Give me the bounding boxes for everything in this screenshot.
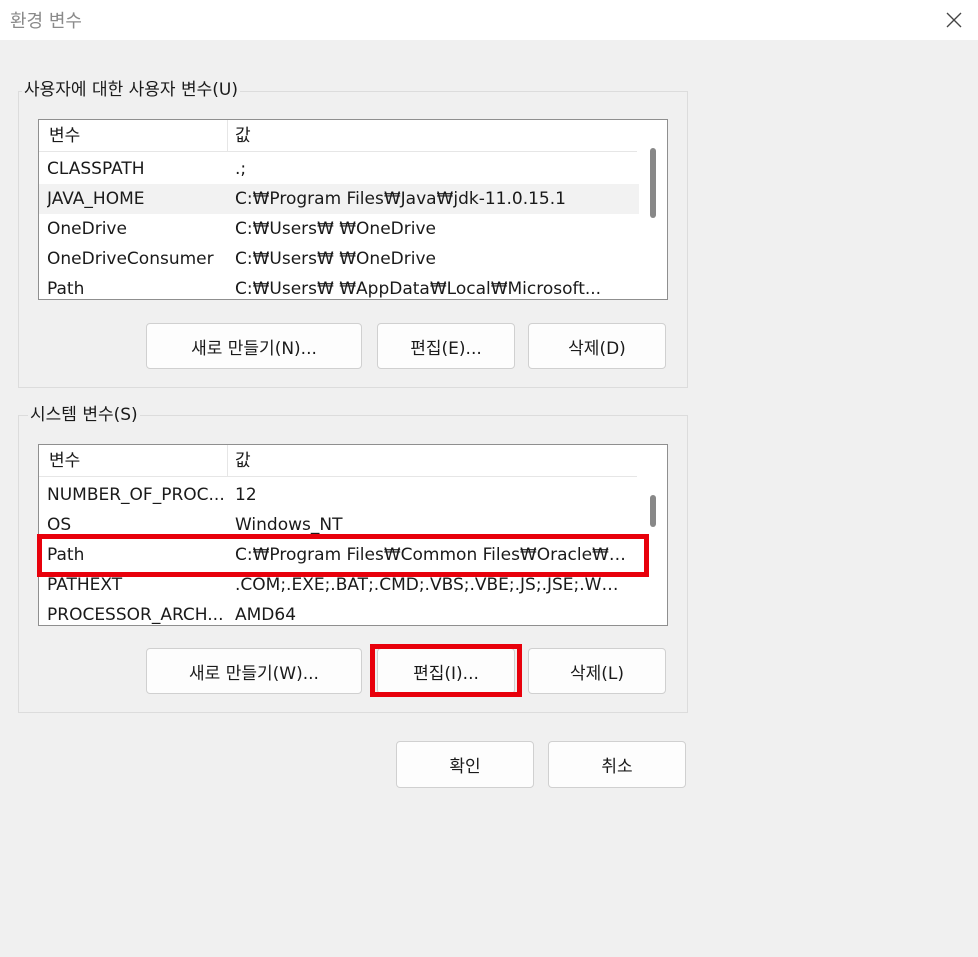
- cancel-button[interactable]: 취소: [548, 741, 686, 788]
- variable-name: NUMBER_OF_PROC...: [47, 485, 225, 505]
- user-variables-header: 변수 값: [39, 120, 637, 152]
- variable-value: C:₩Program Files₩Common Files₩Oracle₩Ja.…: [235, 545, 629, 565]
- scroll-thumb[interactable]: [650, 495, 656, 527]
- variable-name: Path: [47, 545, 85, 565]
- variable-name: PROCESSOR_ARCH...: [47, 605, 224, 625]
- column-header-name[interactable]: 변수: [49, 120, 80, 152]
- variable-value: .;: [235, 159, 247, 179]
- variable-name: OneDrive: [47, 219, 127, 239]
- system-row-processor-architecture[interactable]: PROCESSOR_ARCH... AMD64: [39, 600, 639, 625]
- user-delete-button[interactable]: 삭제(D): [528, 323, 666, 369]
- scroll-thumb[interactable]: [650, 148, 656, 218]
- variable-name: OneDriveConsumer: [47, 249, 214, 269]
- system-row-path[interactable]: Path C:₩Program Files₩Common Files₩Oracl…: [39, 540, 639, 570]
- variable-value: C:₩Users₩ ₩OneDrive: [235, 219, 436, 239]
- system-edit-button[interactable]: 편집(I)...: [377, 648, 515, 694]
- variable-value: C:₩Program Files₩Java₩jdk-11.0.15.1: [235, 189, 566, 209]
- user-row-path[interactable]: Path C:₩Users₩ ₩AppData₩Local₩Microsoft.…: [39, 274, 639, 299]
- variable-name: JAVA_HOME: [47, 189, 145, 209]
- variable-value: C:₩Users₩ ₩AppData₩Local₩Microsoft...: [235, 279, 602, 299]
- user-row-onedrive-consumer[interactable]: OneDriveConsumer C:₩Users₩ ₩OneDrive: [39, 244, 639, 274]
- user-variables-label: 사용자에 대한 사용자 변수(U): [22, 79, 240, 101]
- close-button[interactable]: [930, 0, 978, 40]
- system-row-number-of-processors[interactable]: NUMBER_OF_PROC... 12: [39, 480, 639, 510]
- column-header-value[interactable]: 값: [235, 445, 251, 477]
- system-variables-list[interactable]: 변수 값 NUMBER_OF_PROC... 12 OS Windows_NT …: [38, 444, 668, 626]
- title-bar: 환경 변수: [0, 0, 978, 40]
- variable-value: 12: [235, 485, 257, 505]
- system-variables-header: 변수 값: [39, 445, 637, 477]
- variable-name: CLASSPATH: [47, 159, 145, 179]
- user-list-scrollbar[interactable]: [639, 120, 667, 299]
- system-delete-button[interactable]: 삭제(L): [528, 648, 666, 694]
- variable-value: Windows_NT: [235, 515, 343, 535]
- ok-button[interactable]: 확인: [396, 741, 534, 788]
- system-list-scrollbar[interactable]: [639, 445, 667, 625]
- window-title: 환경 변수: [10, 11, 82, 32]
- system-new-button[interactable]: 새로 만들기(W)...: [146, 648, 362, 694]
- variable-value: C:₩Users₩ ₩OneDrive: [235, 249, 436, 269]
- system-variables-label: 시스템 변수(S): [28, 404, 140, 426]
- user-variables-list[interactable]: 변수 값 CLASSPATH .; JAVA_HOME C:₩Program F…: [38, 119, 668, 300]
- close-icon: [946, 12, 962, 28]
- user-row-onedrive[interactable]: OneDrive C:₩Users₩ ₩OneDrive: [39, 214, 639, 244]
- column-divider[interactable]: [227, 120, 228, 151]
- user-new-button[interactable]: 새로 만들기(N)...: [146, 323, 362, 369]
- column-header-value[interactable]: 값: [235, 120, 251, 152]
- user-edit-button[interactable]: 편집(E)...: [377, 323, 515, 369]
- variable-name: PATHEXT: [47, 575, 123, 595]
- column-header-name[interactable]: 변수: [49, 445, 80, 477]
- variable-name: OS: [47, 515, 72, 535]
- variable-value: .COM;.EXE;.BAT;.CMD;.VBS;.VBE;.JS;.JSE;.…: [235, 575, 629, 595]
- user-row-java-home[interactable]: JAVA_HOME C:₩Program Files₩Java₩jdk-11.0…: [39, 184, 639, 214]
- column-divider[interactable]: [227, 445, 228, 476]
- variable-value: AMD64: [235, 605, 297, 625]
- system-row-pathext[interactable]: PATHEXT .COM;.EXE;.BAT;.CMD;.VBS;.VBE;.J…: [39, 570, 639, 600]
- variable-name: Path: [47, 279, 85, 299]
- user-row-classpath[interactable]: CLASSPATH .;: [39, 154, 639, 184]
- system-row-os[interactable]: OS Windows_NT: [39, 510, 639, 540]
